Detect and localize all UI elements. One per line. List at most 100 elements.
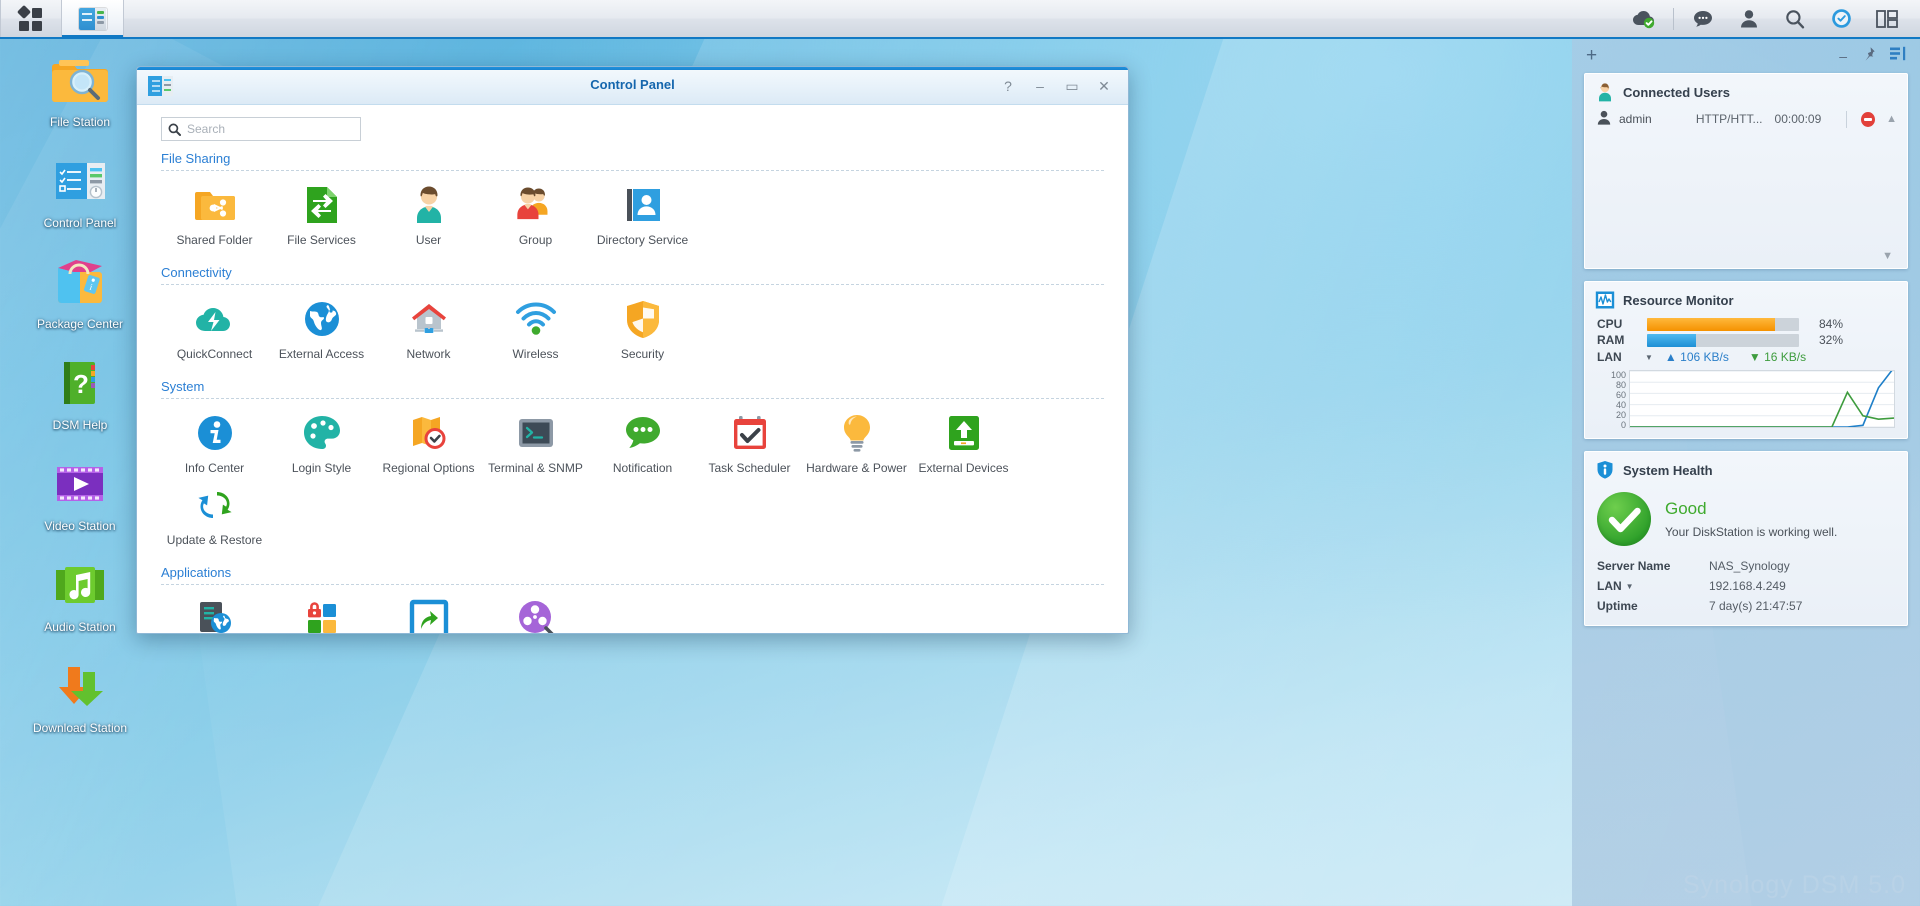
chevron-down-icon[interactable]: ▼ (1882, 250, 1893, 262)
network-icon (407, 297, 451, 341)
y-tick: 40 (1615, 400, 1626, 410)
desktop-icon-video-station[interactable]: Video Station (24, 454, 136, 533)
cp-item-info-center[interactable]: Info Center (161, 411, 268, 483)
search-box[interactable] (161, 117, 361, 141)
taskbar (0, 0, 1920, 39)
taskbar-left-group (0, 0, 124, 37)
desktop-icon-label: Video Station (44, 519, 116, 533)
cp-item-label: Info Center (184, 461, 245, 475)
section-file-sharing: File Sharing Shared Folder File Services… (161, 151, 1104, 255)
add-widget-button[interactable]: + (1586, 45, 1597, 67)
desktop-icon-label: Control Panel (43, 216, 117, 230)
user-avatar-icon (1597, 110, 1611, 128)
cp-item-web-services[interactable]: Web Services (161, 597, 268, 633)
cp-item-external-access[interactable]: External Access (268, 297, 375, 369)
dsm-help-icon: ? (50, 353, 110, 413)
cp-item-file-services[interactable]: File Services (268, 183, 375, 255)
cp-item-wireless[interactable]: Wireless (482, 297, 589, 369)
y-tick: 100 (1610, 370, 1626, 380)
cp-item-security[interactable]: Security (589, 297, 696, 369)
desktop-icon-file-station[interactable]: File Station (24, 50, 136, 129)
download-station-icon (50, 656, 110, 716)
network-chart: 100 80 60 40 20 0 (1585, 366, 1907, 438)
search-input[interactable] (187, 122, 347, 136)
user-icon[interactable] (1726, 0, 1772, 38)
desktop-icon-label: Download Station (32, 721, 128, 735)
lan-label: LAN (1597, 350, 1622, 364)
icon-grid: Shared Folder File Services User Group D… (161, 171, 1104, 255)
minimize-button[interactable]: – (1024, 74, 1056, 98)
close-button[interactable]: ✕ (1088, 74, 1120, 98)
widget-header: System Health (1585, 452, 1907, 486)
desktop-icon-audio-station[interactable]: Audio Station (24, 555, 136, 634)
pilot-view-icon[interactable] (1864, 0, 1910, 38)
row-value: NAS_Synology (1709, 559, 1790, 573)
icon-grid: Web Services Privileges (161, 585, 1104, 633)
cp-item-task-scheduler[interactable]: Task Scheduler (696, 411, 803, 483)
chevron-down-icon[interactable]: ▼ (1645, 353, 1653, 362)
taskbar-item-control-panel[interactable] (62, 0, 124, 37)
block-user-button[interactable] (1861, 111, 1876, 127)
search-icon (168, 123, 181, 136)
chat-icon[interactable] (1680, 0, 1726, 38)
chevron-up-icon[interactable]: ▲ (1886, 113, 1897, 125)
cp-item-network[interactable]: Network (375, 297, 482, 369)
widget-title: System Health (1623, 462, 1713, 478)
cp-item-quickconnect[interactable]: QuickConnect (161, 297, 268, 369)
video-station-icon (50, 454, 110, 514)
package-center-icon: i (50, 252, 110, 312)
cp-item-user[interactable]: User (375, 183, 482, 255)
cp-item-label: Regional Options (382, 461, 475, 475)
minimize-widgets-button[interactable]: – (1839, 48, 1847, 64)
cp-item-login-style[interactable]: Login Style (268, 411, 375, 483)
icon-grid: Info Center Login Style Regional Options… (161, 399, 1104, 555)
section-system: System Info Center Login Style Regional … (161, 379, 1104, 555)
connected-user-name: admin (1619, 112, 1652, 126)
search-icon[interactable] (1772, 0, 1818, 38)
cp-item-update-restore[interactable]: Update & Restore (161, 483, 268, 555)
cloud-station-icon[interactable] (1621, 0, 1667, 38)
download-rate: ▼ 16 KB/s (1748, 350, 1807, 364)
widget-system-health: System Health Good Your DiskStation is w… (1584, 451, 1908, 626)
y-tick: 20 (1615, 410, 1626, 420)
task-scheduler-icon (728, 411, 772, 455)
user-icon (407, 183, 451, 227)
cp-item-shared-folder[interactable]: Shared Folder (161, 183, 268, 255)
y-tick: 60 (1615, 390, 1626, 400)
help-button[interactable]: ? (992, 74, 1024, 98)
external-devices-icon (942, 411, 986, 455)
cp-item-media-library[interactable]: Media Library (482, 597, 589, 633)
pin-icon[interactable] (1861, 46, 1876, 66)
widget-connected-users: Connected Users admin HTTP/HTT... 00:00:… (1584, 73, 1908, 269)
y-tick: 0 (1620, 420, 1626, 430)
chevron-down-icon[interactable]: ▼ (1626, 582, 1634, 591)
connected-user-row[interactable]: admin HTTP/HTT... 00:00:09 ▲ (1585, 108, 1907, 130)
cpu-row: CPU 84% (1585, 316, 1907, 332)
window-titlebar[interactable]: Control Panel ? – ▭ ✕ (137, 67, 1128, 105)
main-menu-button[interactable] (0, 0, 62, 37)
desktop-icon-control-panel[interactable]: Control Panel (24, 151, 136, 230)
cp-item-directory-service[interactable]: Directory Service (589, 183, 696, 255)
application-portal-icon (407, 597, 451, 633)
cp-item-group[interactable]: Group (482, 183, 589, 255)
desktop-icon-dsm-help[interactable]: ? DSM Help (24, 353, 136, 432)
maximize-button[interactable]: ▭ (1056, 74, 1088, 98)
widget-toggle-icon[interactable] (1818, 0, 1864, 38)
desktop-icon-package-center[interactable]: i Package Center (24, 252, 136, 331)
cp-item-notification[interactable]: Notification (589, 411, 696, 483)
cp-item-application-portal[interactable]: Application Portal (375, 597, 482, 633)
collapse-icon[interactable] (1890, 46, 1906, 66)
desktop-icon-download-station[interactable]: Download Station (24, 656, 136, 735)
section-title: System (161, 379, 1104, 399)
cp-item-regional-options[interactable]: Regional Options (375, 411, 482, 483)
cp-item-external-devices[interactable]: External Devices (910, 411, 1017, 483)
desktop-icon-label: File Station (49, 115, 111, 129)
cp-item-hardware-power[interactable]: Hardware & Power (803, 411, 910, 483)
cp-item-label: Wireless (512, 347, 559, 361)
control-panel-body: File Sharing Sh (137, 105, 1128, 633)
regional-options-icon (407, 411, 451, 455)
wireless-icon (514, 297, 558, 341)
external-access-icon (300, 297, 344, 341)
cp-item-terminal-snmp[interactable]: Terminal & SNMP (482, 411, 589, 483)
cp-item-privileges[interactable]: Privileges (268, 597, 375, 633)
